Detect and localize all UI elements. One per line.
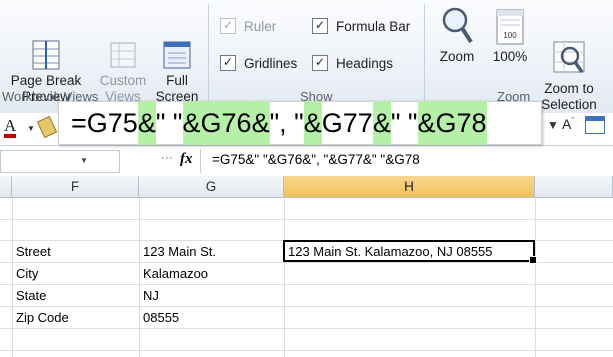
active-cell-value: 123 Main St. Kalamazoo, NJ 08555 xyxy=(288,244,493,259)
callout-operator-highlight: & xyxy=(182,101,201,145)
cell-zip-value[interactable]: 08555 xyxy=(143,310,179,325)
formula-bar-label: Formula Bar xyxy=(336,18,411,34)
active-cell[interactable]: 123 Main St. Kalamazoo, NJ 08555 xyxy=(283,240,537,264)
full-screen-label: Full Screen xyxy=(155,73,199,104)
format-cells-icon[interactable] xyxy=(585,116,605,134)
cell-state-label[interactable]: State xyxy=(16,288,46,303)
ruler-checkbox[interactable]: ✓ Ruler xyxy=(220,18,276,34)
group-separator xyxy=(208,4,209,104)
font-color-icon[interactable]: A xyxy=(4,117,17,138)
headings-checkbox[interactable]: ✓ Headings xyxy=(312,55,393,71)
formula-bar-checkbox[interactable]: ✓ Formula Bar xyxy=(312,18,410,34)
font-size-icon[interactable]: Aˇ xyxy=(562,116,574,132)
gridline xyxy=(0,284,613,285)
gridline xyxy=(284,198,285,357)
callout-segment: " " xyxy=(390,108,418,138)
gridline xyxy=(12,198,13,357)
callout-operator-highlight: & xyxy=(251,101,270,145)
custom-views-button[interactable]: Custom Views xyxy=(94,8,152,105)
column-header-next[interactable] xyxy=(535,176,613,198)
cell-city-label[interactable]: City xyxy=(16,266,38,281)
formula-zoom-callout: =G75 & " " & G76 & ", " & G77 & " " & G78 xyxy=(58,101,542,145)
decrease-font-icon[interactable]: ▼ xyxy=(547,118,559,132)
ruler-check-icon: ✓ xyxy=(220,18,236,34)
callout-operator-highlight: & xyxy=(137,101,156,145)
zoom-100-icon: 100 xyxy=(494,6,526,46)
zoom-100-button[interactable]: 100 100% xyxy=(488,6,532,65)
full-screen-button[interactable]: Full Screen xyxy=(154,8,200,105)
callout-operator-highlight: & xyxy=(417,101,436,145)
gridline xyxy=(0,262,613,263)
zoom-label: Zoom xyxy=(439,49,475,64)
cell-state-value[interactable]: NJ xyxy=(143,288,159,303)
formula-input[interactable]: =G75&" "&G76&", "&G77&" "&G78 xyxy=(212,152,420,167)
column-header-f[interactable]: F xyxy=(12,176,139,198)
formula-bar-check-icon: ✓ xyxy=(312,18,328,34)
formula-bar: ▼ ⋮ fx =G75&" "&G76&", "&G77&" "&G78 xyxy=(0,145,613,177)
callout-segment: =G75 xyxy=(71,108,138,138)
zoom-100-label: 100% xyxy=(492,49,528,64)
callout-segment: " " xyxy=(155,108,183,138)
gridline xyxy=(0,328,613,329)
cell-city-value[interactable]: Kalamazoo xyxy=(143,266,208,281)
dropdown-arrow-icon[interactable]: ▼ xyxy=(27,124,35,133)
gridline xyxy=(535,198,536,357)
callout-segment: G78 xyxy=(435,101,487,145)
ruler-label: Ruler xyxy=(244,18,277,34)
gridlines-checkbox[interactable]: ✓ Gridlines xyxy=(220,55,297,71)
zoom-to-selection-button[interactable]: Zoom to Selection xyxy=(536,6,602,113)
gridline xyxy=(0,350,613,351)
worksheet-grid[interactable]: F G H Street 123 Main St. City Kalamazoo… xyxy=(0,176,613,357)
formula-bar-separator xyxy=(200,149,201,173)
cell-zip-label[interactable]: Zip Code xyxy=(16,310,69,325)
callout-operator-highlight: & xyxy=(372,101,391,145)
callout-segment: G76 xyxy=(200,101,252,145)
callout-segment: G77 xyxy=(321,108,373,138)
format-painter-icon[interactable] xyxy=(36,115,58,139)
group-separator xyxy=(424,4,425,104)
zoom-to-selection-icon xyxy=(552,22,586,74)
name-box-dropdown-icon[interactable]: ▼ xyxy=(80,156,88,165)
formula-bar-dots: ⋮ xyxy=(160,152,174,162)
callout-segment: ", " xyxy=(269,108,304,138)
fill-handle[interactable] xyxy=(529,256,537,264)
cell-street-value[interactable]: 123 Main St. xyxy=(143,244,216,259)
gridline xyxy=(0,219,613,220)
callout-operator-highlight: & xyxy=(303,101,322,145)
custom-views-icon xyxy=(108,24,138,68)
zoom-button[interactable]: Zoom xyxy=(432,6,482,65)
svg-text:100: 100 xyxy=(503,31,517,40)
gridline xyxy=(0,306,613,307)
corner-header[interactable] xyxy=(0,176,12,198)
gridlines-check-icon: ✓ xyxy=(220,55,236,71)
custom-views-label: Custom Views xyxy=(99,73,147,104)
gridlines-label: Gridlines xyxy=(244,55,298,71)
headings-label: Headings xyxy=(336,55,394,71)
zoom-to-selection-label: Zoom to Selection xyxy=(541,81,597,112)
cell-street-label[interactable]: Street xyxy=(16,244,51,259)
column-header-h[interactable]: H xyxy=(284,176,535,198)
gridline xyxy=(139,198,140,357)
headings-check-icon: ✓ xyxy=(312,55,328,71)
magnifier-icon xyxy=(440,6,474,46)
column-header-g[interactable]: G xyxy=(139,176,284,198)
ribbon: Page Break Preview Custom Views Full Scr… xyxy=(0,0,613,113)
full-screen-icon xyxy=(162,24,192,69)
page-break-preview-icon xyxy=(31,24,61,70)
name-box[interactable] xyxy=(0,150,120,173)
insert-function-button[interactable]: fx xyxy=(180,151,193,168)
